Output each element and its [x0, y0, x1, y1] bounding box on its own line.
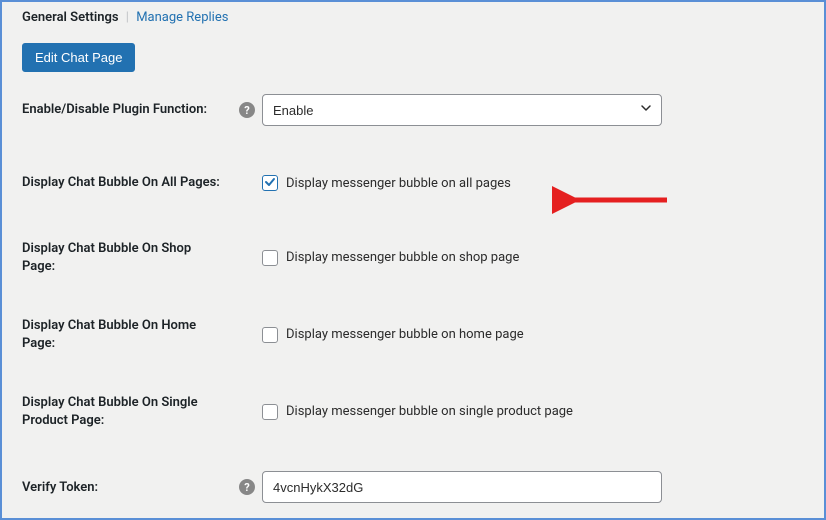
- checkbox-box: [262, 327, 278, 343]
- control-single-product: Display messenger bubble on single produ…: [262, 404, 804, 420]
- control-all-pages: Display messenger bubble on all pages: [262, 175, 804, 191]
- row-home-page: Display Chat Bubble On Home Page: Displa…: [22, 317, 804, 352]
- checkbox-text: Display messenger bubble on shop page: [286, 250, 519, 265]
- checkbox-box: [262, 175, 278, 191]
- label-home-page: Display Chat Bubble On Home Page:: [22, 317, 232, 352]
- checkbox-single-product[interactable]: Display messenger bubble on single produ…: [262, 404, 573, 420]
- check-icon: [264, 176, 276, 190]
- label-shop-page: Display Chat Bubble On Shop Page:: [22, 240, 232, 275]
- checkbox-text: Display messenger bubble on home page: [286, 327, 524, 342]
- control-home-page: Display messenger bubble on home page: [262, 327, 804, 343]
- checkbox-all-pages[interactable]: Display messenger bubble on all pages: [262, 175, 511, 191]
- checkbox-home-page[interactable]: Display messenger bubble on home page: [262, 327, 524, 343]
- control-enable: Enable: [262, 94, 804, 126]
- tab-general-settings[interactable]: General Settings: [22, 10, 119, 25]
- control-shop-page: Display messenger bubble on shop page: [262, 250, 804, 266]
- label-enable: Enable/Disable Plugin Function:: [22, 101, 232, 119]
- enable-select[interactable]: Enable: [262, 94, 662, 126]
- control-verify-token: [262, 471, 804, 503]
- label-single-product: Display Chat Bubble On Single Product Pa…: [22, 394, 232, 429]
- tab-manage-replies[interactable]: Manage Replies: [136, 10, 228, 25]
- checkbox-text: Display messenger bubble on single produ…: [286, 404, 573, 419]
- panel-inner: General Settings | Manage Replies Edit C…: [2, 2, 824, 517]
- checkbox-box: [262, 404, 278, 420]
- question-icon: ?: [239, 479, 255, 495]
- row-all-pages: Display Chat Bubble On All Pages: Displa…: [22, 168, 804, 198]
- edit-chat-page-button[interactable]: Edit Chat Page: [22, 43, 135, 72]
- row-single-product: Display Chat Bubble On Single Product Pa…: [22, 394, 804, 429]
- row-shop-page: Display Chat Bubble On Shop Page: Displa…: [22, 240, 804, 275]
- checkbox-box: [262, 250, 278, 266]
- checkbox-text: Display messenger bubble on all pages: [286, 176, 511, 191]
- label-verify-token: Verify Token:: [22, 479, 232, 497]
- help-enable[interactable]: ?: [232, 102, 262, 118]
- row-enable: Enable/Disable Plugin Function: ? Enable: [22, 94, 804, 126]
- verify-token-input[interactable]: [262, 471, 662, 503]
- label-all-pages: Display Chat Bubble On All Pages:: [22, 174, 232, 192]
- question-icon: ?: [239, 102, 255, 118]
- tab-bar: General Settings | Manage Replies: [22, 2, 804, 31]
- settings-panel: General Settings | Manage Replies Edit C…: [0, 0, 826, 520]
- help-verify-token[interactable]: ?: [232, 479, 262, 495]
- checkbox-shop-page[interactable]: Display messenger bubble on shop page: [262, 250, 519, 266]
- row-verify-token: Verify Token: ?: [22, 471, 804, 503]
- tab-separator: |: [122, 10, 133, 25]
